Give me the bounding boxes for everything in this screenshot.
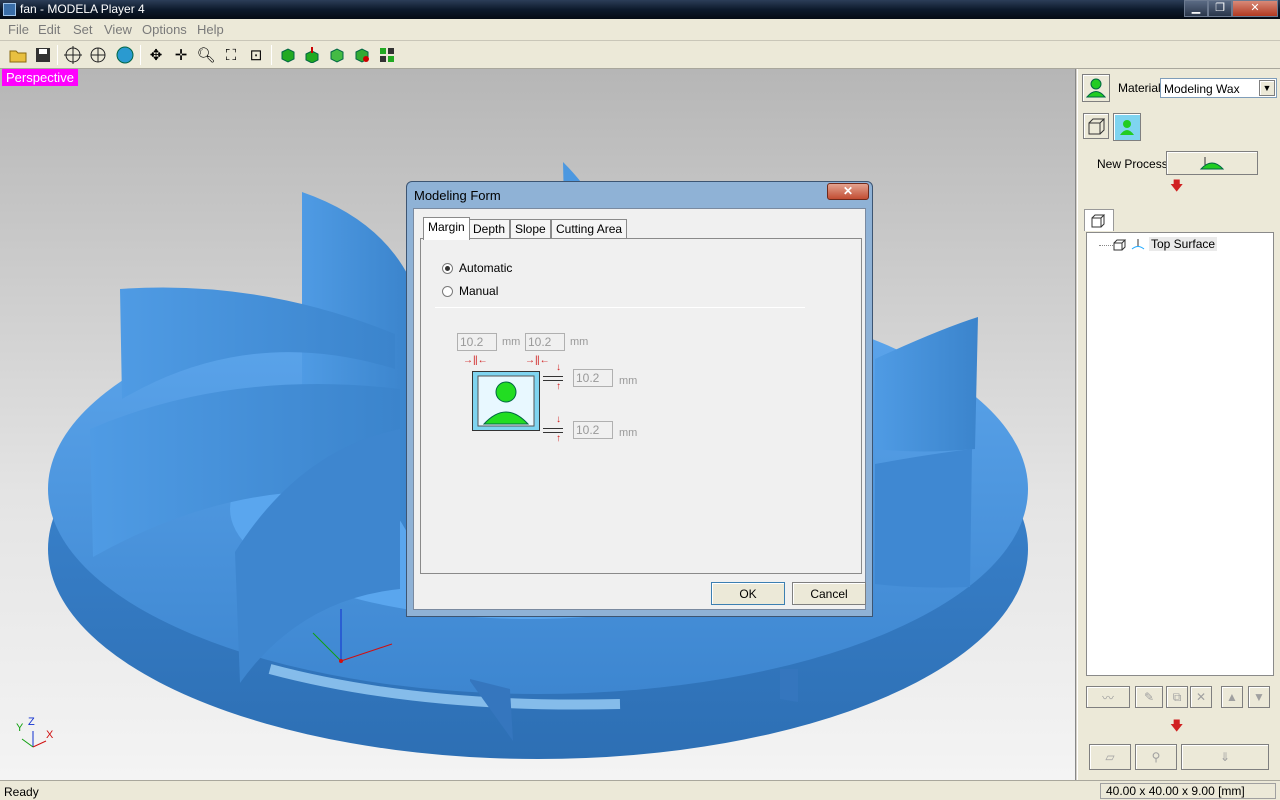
rotate-icon[interactable]: ✥ xyxy=(145,44,167,66)
menu-edit[interactable]: Edit xyxy=(38,22,60,37)
margin-right-field[interactable]: 10.2 xyxy=(525,333,565,351)
menu-view[interactable]: View xyxy=(104,22,132,37)
close-button[interactable]: ✕ xyxy=(1232,0,1278,17)
zoom-window-icon[interactable]: ⊡ xyxy=(245,44,267,66)
material-label: Material xyxy=(1118,81,1161,95)
toolpath-icon[interactable]: 〰 xyxy=(1086,686,1130,708)
window-title: fan - MODELA Player 4 xyxy=(20,2,145,16)
margin-bottom-field[interactable]: 10.2 xyxy=(573,421,613,439)
toolbar: ✥ ✛ 🔍︎ ⛶ ⊡ xyxy=(0,41,1280,69)
new-process-label: New Process xyxy=(1097,157,1168,171)
title-bar: fan - MODELA Player 4 ▁ ❐ ✕ xyxy=(0,0,1280,19)
crosshair-view-icon[interactable] xyxy=(62,44,84,66)
tab-cutting-area[interactable]: Cutting Area xyxy=(551,219,628,239)
person-icon[interactable] xyxy=(1082,74,1110,102)
view-mode-label: Perspective xyxy=(2,69,78,86)
unit-label: mm xyxy=(570,336,589,348)
margin-tick xyxy=(543,376,563,377)
process-panel: Material Modeling Wax ▼ New Process 🡇 To… xyxy=(1077,69,1280,780)
grid-layout-icon[interactable] xyxy=(376,44,398,66)
margin-arrow-icon: |← xyxy=(537,355,550,366)
cancel-button[interactable]: Cancel xyxy=(792,582,866,605)
radio-manual[interactable] xyxy=(442,286,453,297)
modeling-form-dialog: Modeling Form ✕ Margin Depth Slope Cutti… xyxy=(406,181,873,617)
cube-green-icon[interactable] xyxy=(277,44,299,66)
margin-arrow-icon: ↑ xyxy=(556,433,561,444)
radio-automatic[interactable] xyxy=(442,263,453,274)
status-dimensions: 40.00 x 40.00 x 9.00 [mm] xyxy=(1100,783,1276,799)
axis-x-label: X xyxy=(46,729,54,741)
open-folder-icon[interactable] xyxy=(7,44,29,66)
pan-icon[interactable]: ✛ xyxy=(170,44,192,66)
menu-set[interactable]: Set xyxy=(73,22,93,37)
person-preview-icon xyxy=(477,375,535,427)
dialog-body: Margin Depth Slope Cutting Area Automati… xyxy=(413,208,866,610)
minimize-button[interactable]: ▁ xyxy=(1184,0,1208,17)
move-down-icon[interactable]: ▼ xyxy=(1248,686,1270,708)
cube-small-icon xyxy=(1113,239,1127,251)
margin-preview xyxy=(472,371,540,431)
margin-arrow-icon: ↓ xyxy=(556,414,561,425)
margin-arrow-icon: ↑ xyxy=(556,381,561,392)
zoom-fit-icon[interactable]: ⛶ xyxy=(220,44,242,66)
material-select-value: Modeling Wax xyxy=(1164,82,1240,96)
down-arrow-icon: 🡇 xyxy=(1170,718,1184,733)
cube-settings-icon[interactable] xyxy=(351,44,373,66)
down-arrow-icon: 🡇 xyxy=(1170,178,1184,193)
margin-left-field[interactable]: 10.2 xyxy=(457,333,497,351)
tab-margin[interactable]: Margin xyxy=(423,217,470,240)
target-view-icon[interactable] xyxy=(87,44,109,66)
copy-icon[interactable]: ⧉ xyxy=(1166,686,1188,708)
process-item-top-surface[interactable]: Top Surface xyxy=(1149,237,1218,251)
unit-label: mm xyxy=(619,427,638,439)
move-up-icon[interactable]: ▲ xyxy=(1221,686,1243,708)
margin-arrow-icon: →| xyxy=(525,355,538,366)
margin-top-field[interactable]: 10.2 xyxy=(573,369,613,387)
status-text: Ready xyxy=(4,785,39,799)
app-icon xyxy=(3,3,16,16)
process-tab[interactable] xyxy=(1084,209,1114,231)
margin-arrow-icon: |← xyxy=(475,355,488,366)
zoom-icon[interactable]: 🔍︎ xyxy=(195,44,217,66)
delete-icon[interactable]: ✕ xyxy=(1190,686,1212,708)
preview-block-icon[interactable]: ▱ xyxy=(1089,744,1131,770)
new-process-button[interactable] xyxy=(1166,151,1258,175)
menu-help[interactable]: Help xyxy=(197,22,224,37)
margin-tick xyxy=(543,428,563,429)
separator xyxy=(435,307,805,308)
menu-bar: File Edit Set View Options Help xyxy=(0,19,1280,41)
axis-y-label: Y xyxy=(16,722,24,734)
material-select[interactable]: Modeling Wax ▼ xyxy=(1160,78,1277,98)
chevron-down-icon[interactable]: ▼ xyxy=(1259,80,1275,96)
process-list[interactable]: Top Surface xyxy=(1086,232,1274,676)
top-surface-icon xyxy=(1131,239,1145,250)
unit-label: mm xyxy=(502,336,521,348)
ok-button[interactable]: OK xyxy=(711,582,785,605)
dialog-close-button[interactable]: ✕ xyxy=(827,183,869,200)
radio-manual-label: Manual xyxy=(459,284,499,298)
sphere-view-icon[interactable] xyxy=(114,44,136,66)
cut-icon[interactable]: ⇓ xyxy=(1181,744,1269,770)
maximize-button[interactable]: ❐ xyxy=(1208,0,1232,17)
margin-arrow-icon: →| xyxy=(463,355,476,366)
edit-process-icon[interactable]: ✎ xyxy=(1135,686,1163,708)
margin-tab-panel: Automatic Manual 10.2 mm 10.2 mm →| |← →… xyxy=(420,238,862,574)
box-view-icon[interactable] xyxy=(1083,113,1109,139)
margin-arrow-icon: ↓ xyxy=(556,362,561,373)
dialog-title: Modeling Form xyxy=(414,188,501,203)
axis-z-label: Z xyxy=(28,716,35,728)
tab-slope[interactable]: Slope xyxy=(510,219,551,239)
tab-depth[interactable]: Depth xyxy=(468,219,511,239)
menu-options[interactable]: Options xyxy=(142,22,187,37)
modeling-form-icon[interactable] xyxy=(1113,113,1141,141)
radio-automatic-label: Automatic xyxy=(459,261,513,275)
save-icon[interactable] xyxy=(32,44,54,66)
menu-file[interactable]: File xyxy=(8,22,29,37)
status-bar: Ready 40.00 x 40.00 x 9.00 [mm] xyxy=(0,780,1280,800)
cube-down-icon[interactable] xyxy=(301,44,323,66)
preview-cut-icon[interactable]: ⚲ xyxy=(1135,744,1177,770)
cube-layers-icon[interactable] xyxy=(326,44,348,66)
unit-label: mm xyxy=(619,375,638,387)
